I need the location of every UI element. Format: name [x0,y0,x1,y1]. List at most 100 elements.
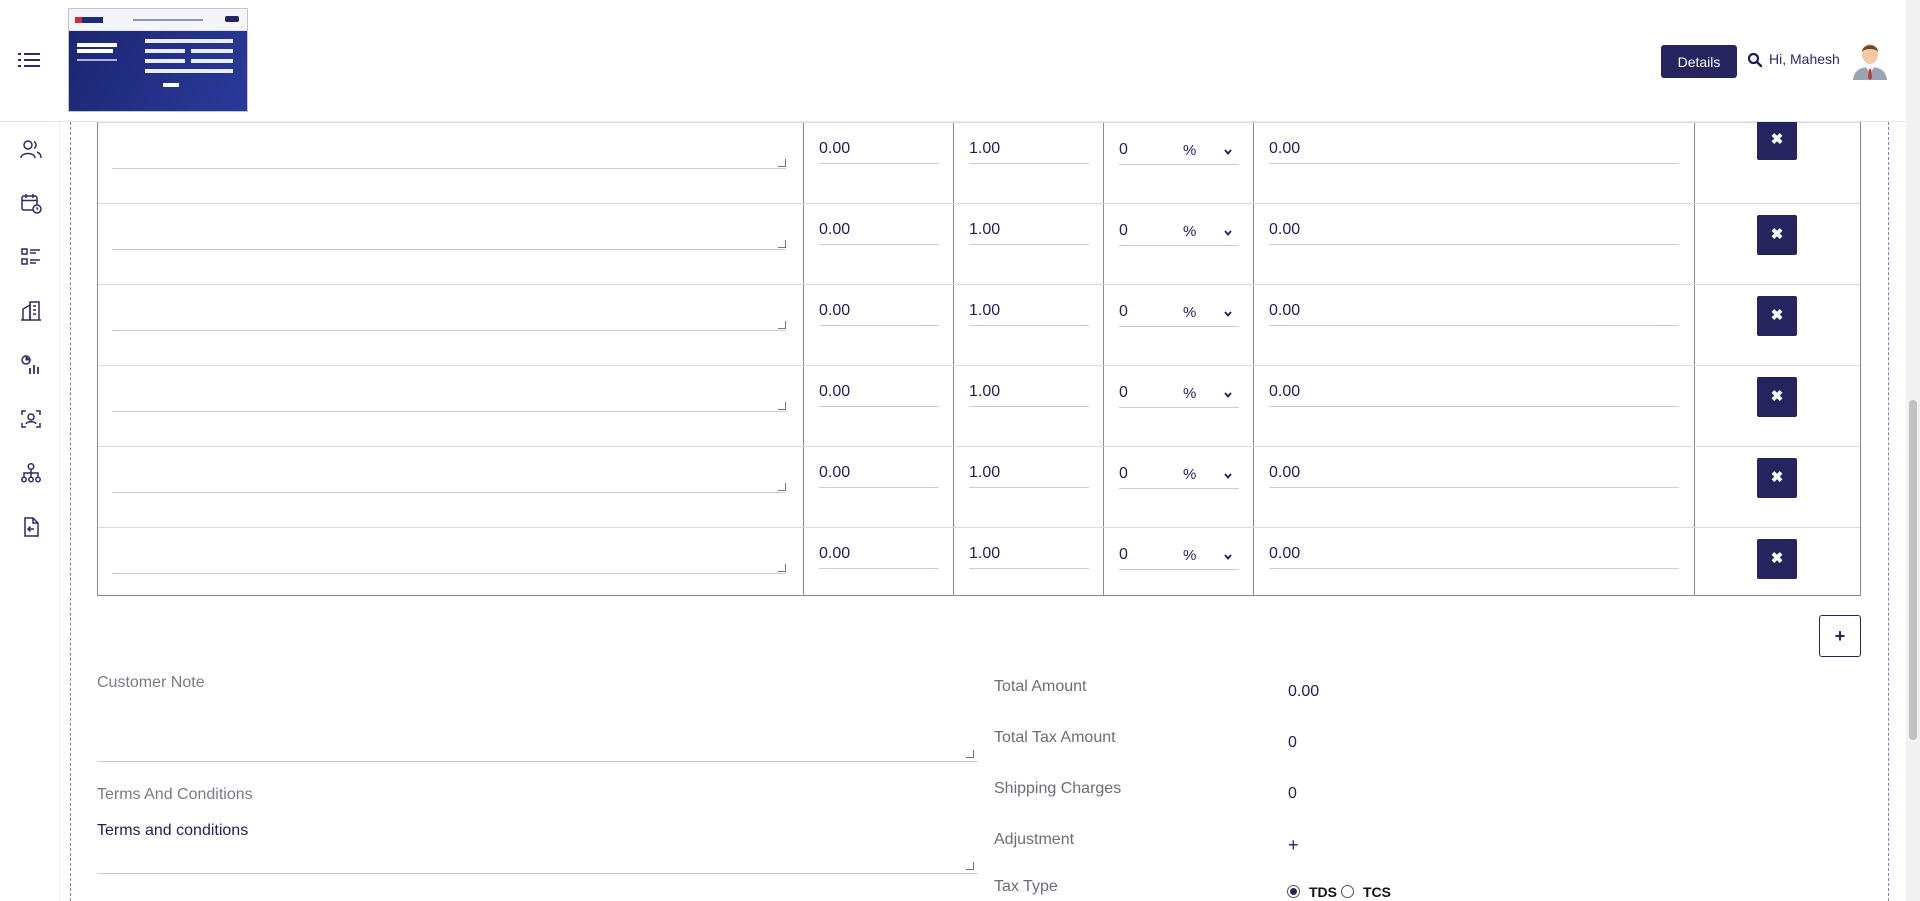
add-row-button[interactable]: + [1819,615,1861,657]
details-button[interactable]: Details [1661,45,1737,78]
discount-value: 0 [1119,303,1128,320]
items-table: 0.00 1.00 0 % 0.00 ✖ 0.00 1.00 0 % 0.00 … [97,120,1861,596]
chevron-down-icon[interactable] [1223,552,1233,562]
discount-unit-select[interactable]: % [1183,223,1196,240]
discount-unit-select[interactable]: % [1183,142,1196,159]
customer-note-label: Customer Note [97,674,205,691]
item-description-input[interactable] [112,307,786,331]
users-icon[interactable] [20,138,42,160]
item-quantity-input[interactable]: 1.00 [969,377,1089,407]
item-rate-input[interactable]: 0.00 [819,539,939,569]
user-greeting[interactable]: Hi, Mahesh [1769,51,1840,67]
document-import-icon[interactable] [20,516,42,538]
delete-row-button[interactable]: ✖ [1757,458,1797,498]
resize-handle[interactable] [778,159,786,167]
delete-row-button[interactable]: ✖ [1757,377,1797,417]
building-icon[interactable] [20,300,42,322]
calendar-clock-icon[interactable] [20,192,42,214]
tds-radio[interactable] [1287,885,1300,898]
sidebar-nav [0,122,60,901]
close-icon: ✖ [1770,550,1784,567]
scroll-thumb[interactable] [1909,400,1917,740]
preview-logo [75,17,103,23]
item-row: 0.00 1.00 0 % 0.00 ✖ [98,527,1860,608]
chevron-down-icon[interactable] [1223,147,1233,157]
terms-label: Terms And Conditions [97,786,253,803]
discount-value: 0 [1119,384,1128,401]
customer-note-input[interactable] [97,700,978,762]
delete-row-button[interactable]: ✖ [1757,539,1797,579]
item-amount-input[interactable]: 0.00 [1269,134,1679,164]
top-header: Details Hi, Mahesh [0,0,1906,122]
item-description-input[interactable] [112,469,786,493]
item-quantity-input[interactable]: 1.00 [969,296,1089,326]
preview-topbar [69,9,247,31]
close-icon: ✖ [1770,226,1784,243]
item-discount-input[interactable]: 0 [1119,540,1239,570]
item-quantity-input[interactable]: 1.00 [969,458,1089,488]
item-quantity-input[interactable]: 1.00 [969,215,1089,245]
chevron-down-icon[interactable] [1223,471,1233,481]
item-discount-input[interactable]: 0 [1119,297,1239,327]
item-rate-input[interactable]: 0.00 [819,296,939,326]
user-avatar[interactable] [1851,38,1889,80]
item-row: 0.00 1.00 0 % 0.00 ✖ [98,284,1860,365]
item-discount-input[interactable]: 0 [1119,378,1239,408]
search-icon[interactable] [1747,52,1763,68]
discount-unit-select[interactable]: % [1183,547,1196,564]
item-description-input[interactable] [112,145,786,169]
item-quantity-input[interactable]: 1.00 [969,134,1089,164]
shipping-charges-input[interactable]: 0 [1288,785,1297,803]
resize-handle[interactable] [966,862,974,870]
page-scrollbar[interactable] [1906,0,1920,901]
tcs-label[interactable]: TCS [1363,884,1391,900]
org-chart-icon[interactable] [20,462,42,484]
item-description-input[interactable] [112,388,786,412]
analytics-icon[interactable] [20,354,42,376]
item-rate-input[interactable]: 0.00 [819,134,939,164]
item-amount-input[interactable]: 0.00 [1269,377,1679,407]
resize-handle[interactable] [778,240,786,248]
tcs-radio[interactable] [1341,885,1354,898]
resize-handle[interactable] [778,564,786,572]
discount-unit-select[interactable]: % [1183,385,1196,402]
item-quantity-input[interactable]: 1.00 [969,539,1089,569]
delete-row-button[interactable]: ✖ [1757,120,1797,160]
resize-handle[interactable] [778,483,786,491]
close-icon: ✖ [1770,131,1784,148]
item-rate-input[interactable]: 0.00 [819,377,939,407]
task-list-icon[interactable] [20,246,42,268]
preview-hero [69,31,247,111]
item-amount-input[interactable]: 0.00 [1269,296,1679,326]
item-description-input[interactable] [112,550,786,574]
discount-value: 0 [1119,141,1128,158]
item-rate-input[interactable]: 0.00 [819,215,939,245]
item-amount-input[interactable]: 0.00 [1269,458,1679,488]
resize-handle[interactable] [966,750,974,758]
delete-row-button[interactable]: ✖ [1757,215,1797,255]
chevron-down-icon[interactable] [1223,228,1233,238]
page-preview-thumbnail[interactable] [68,8,248,112]
close-icon: ✖ [1770,469,1784,486]
resize-handle[interactable] [778,321,786,329]
face-scan-icon[interactable] [20,408,42,430]
chevron-down-icon[interactable] [1223,390,1233,400]
item-row: 0.00 1.00 0 % 0.00 ✖ [98,446,1860,527]
delete-row-button[interactable]: ✖ [1757,296,1797,336]
menu-icon[interactable] [18,50,42,70]
tds-label[interactable]: TDS [1309,884,1337,900]
discount-unit-select[interactable]: % [1183,304,1196,321]
chevron-down-icon[interactable] [1223,309,1233,319]
item-amount-input[interactable]: 0.00 [1269,539,1679,569]
item-amount-input[interactable]: 0.00 [1269,215,1679,245]
terms-input[interactable] [97,815,978,874]
item-rate-input[interactable]: 0.00 [819,458,939,488]
item-discount-input[interactable]: 0 [1119,459,1239,489]
adjustment-input[interactable]: + [1288,835,1299,856]
item-discount-input[interactable]: 0 [1119,135,1239,165]
item-description-input[interactable] [112,226,786,250]
resize-handle[interactable] [778,402,786,410]
item-row: 0.00 1.00 0 % 0.00 ✖ [98,365,1860,446]
item-discount-input[interactable]: 0 [1119,216,1239,246]
discount-unit-select[interactable]: % [1183,466,1196,483]
